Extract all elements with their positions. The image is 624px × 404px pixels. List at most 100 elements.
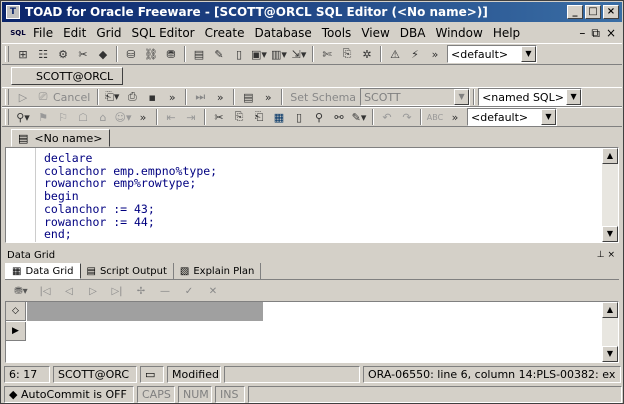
find-icon[interactable]: ⚲ <box>309 108 329 126</box>
new-sql-editor-icon[interactable]: ⊞ <box>13 45 33 63</box>
menu-help[interactable]: Help <box>488 23 525 43</box>
paste-icon[interactable]: ✲ <box>357 45 377 63</box>
toolbar-more-icon[interactable]: » <box>133 108 153 126</box>
toolbar-more-icon[interactable]: » <box>258 88 278 106</box>
document-icon[interactable]: ▯ <box>229 45 249 63</box>
save-icon[interactable]: ▪ <box>142 88 162 106</box>
menu-tools[interactable]: Tools <box>317 23 357 43</box>
toolbar-default-combo[interactable]: <default> ▼ <box>447 45 537 63</box>
menu-grid[interactable]: Grid <box>91 23 126 43</box>
sql-editor-icon[interactable]: SQL <box>8 24 28 42</box>
mdi-minimize-button[interactable]: – <box>579 26 585 41</box>
rollback-icon[interactable]: ⚡ <box>405 45 425 63</box>
editor-gutter[interactable] <box>6 148 36 242</box>
scroll-down-icon[interactable]: ▼ <box>602 346 618 362</box>
session-tab-scott-orcl[interactable]: SCOTT@ORCL <box>11 67 123 85</box>
delete-record-icon[interactable]: — <box>153 286 177 297</box>
results-grid[interactable]: ◇ ▶ ▲ ▼ <box>5 301 619 363</box>
toolbar-more-icon[interactable]: » <box>425 45 445 63</box>
menu-dba[interactable]: DBA <box>395 23 431 43</box>
menu-edit[interactable]: Edit <box>58 23 91 43</box>
profile-dropdown-icon[interactable]: ☺▾ <box>113 108 133 126</box>
grid-options-icon[interactable]: ⛃▾ <box>9 286 33 297</box>
sql-editor[interactable]: declare colanchor emp.empno%type; rowanc… <box>5 147 619 243</box>
scroll-down-icon[interactable]: ▼ <box>602 226 618 242</box>
scroll-up-icon[interactable]: ▲ <box>602 302 618 318</box>
report-icon[interactable]: ▤ <box>189 45 209 63</box>
server-icon[interactable]: ⛁ <box>121 45 141 63</box>
menu-window[interactable]: Window <box>430 23 487 43</box>
editor-vertical-scrollbar[interactable]: ▲ ▼ <box>602 148 618 242</box>
minimize-button[interactable]: _ <box>567 5 583 19</box>
bookmark-next-icon[interactable]: ⚐ <box>53 108 73 126</box>
pin-icon[interactable]: ⊥ × <box>597 250 615 260</box>
cut-icon[interactable]: ✂ <box>209 108 229 126</box>
options-dropdown-icon[interactable]: ▥▾ <box>269 45 289 63</box>
bookmark-icon[interactable]: ⚑ <box>33 108 53 126</box>
toolbar-more-icon[interactable]: » <box>445 108 465 126</box>
select-all-icon[interactable]: ▦ <box>269 108 289 126</box>
row-indicator-icon[interactable]: ▶ <box>6 322 26 341</box>
redo-icon[interactable]: ↷ <box>397 108 417 126</box>
cancel-label[interactable]: Cancel <box>53 91 90 104</box>
new-document-icon[interactable]: ▯ <box>289 108 309 126</box>
insert-record-icon[interactable]: ✢ <box>129 286 153 297</box>
undo-icon[interactable]: ↶ <box>377 108 397 126</box>
copy-icon[interactable]: ⎘ <box>337 45 357 63</box>
cut-icon[interactable]: ✄ <box>317 45 337 63</box>
outdent-icon[interactable]: ⇤ <box>161 108 181 126</box>
chevron-down-icon[interactable]: ▼ <box>454 89 470 105</box>
maximize-button[interactable]: □ <box>585 5 601 19</box>
editor-tab-no-name[interactable]: ▤ <No name> <box>11 129 110 147</box>
grid-vertical-scrollbar[interactable]: ▲ ▼ <box>602 302 618 362</box>
sql-code[interactable]: declare colanchor emp.empno%type; rowanc… <box>44 152 217 241</box>
chevron-down-icon[interactable]: ▼ <box>566 89 582 105</box>
execute-icon[interactable]: ▷ <box>13 88 33 106</box>
chevron-down-icon[interactable]: ▼ <box>521 46 536 62</box>
grid-corner-icon[interactable]: ◇ <box>6 302 26 321</box>
find-dropdown-icon[interactable]: ✎▾ <box>349 108 369 126</box>
tab-script-output[interactable]: ▤ Script Output <box>81 263 174 279</box>
copy-icon[interactable]: ⎘ <box>229 108 249 126</box>
export-dropdown-icon[interactable]: ⇲▾ <box>289 45 309 63</box>
scroll-up-icon[interactable]: ▲ <box>602 148 618 164</box>
network-icon[interactable]: ⛓ <box>141 45 161 63</box>
replace-icon[interactable]: ⚯ <box>329 108 349 126</box>
session-browser-icon[interactable]: ⚙ <box>53 45 73 63</box>
toolbar-more-icon[interactable]: » <box>210 88 230 106</box>
autocommit-status[interactable]: ◆ AutoCommit is OFF <box>4 385 134 403</box>
highlight-icon[interactable]: ⌂ <box>93 108 113 126</box>
toolbar-grip[interactable] <box>5 89 9 105</box>
mdi-restore-button[interactable]: ⧉ <box>591 26 600 41</box>
explain-icon[interactable]: ✂ <box>73 45 93 63</box>
prior-record-icon[interactable]: ◁ <box>57 286 81 297</box>
close-button[interactable]: × <box>603 5 619 19</box>
schema-combo[interactable]: SCOTT ▼ <box>360 88 471 106</box>
save-all-icon[interactable]: ⎙ <box>122 88 142 106</box>
commit-icon[interactable]: ⚠ <box>385 45 405 63</box>
open-file-dropdown-icon[interactable]: ⎗▾ <box>102 88 122 106</box>
menu-database[interactable]: Database <box>249 23 316 43</box>
toolbar-grip[interactable] <box>5 109 9 125</box>
menu-file[interactable]: File <box>28 23 58 43</box>
mdi-close-button[interactable]: × <box>606 26 616 41</box>
cancel-record-icon[interactable]: ✕ <box>201 286 225 297</box>
editor-default-combo[interactable]: <default> ▼ <box>467 108 557 126</box>
database-icon[interactable]: ⛃ <box>161 45 181 63</box>
title-bar[interactable]: T TOAD for Oracle Freeware - [SCOTT@ORCL… <box>2 2 622 22</box>
eraser-icon[interactable]: ◆ <box>93 45 113 63</box>
step-icon[interactable]: ⏭ <box>190 88 210 106</box>
spellcheck-icon[interactable]: ABC <box>425 108 445 126</box>
toolbar-more-icon[interactable]: » <box>162 88 182 106</box>
tab-data-grid[interactable]: ▦ Data Grid <box>5 263 81 279</box>
menu-view[interactable]: View <box>356 23 394 43</box>
format-icon[interactable]: ▤ <box>238 88 258 106</box>
next-record-icon[interactable]: ▷ <box>81 286 105 297</box>
error-message[interactable]: ORA-06550: line 6, column 14:PLS-00382: … <box>363 366 621 383</box>
indent-icon[interactable]: ⇥ <box>181 108 201 126</box>
menu-create[interactable]: Create <box>200 23 250 43</box>
schema-browser-icon[interactable]: ☷ <box>33 45 53 63</box>
cancel-icon[interactable]: ⎚ <box>33 88 53 106</box>
tools-icon[interactable]: ✎ <box>209 45 229 63</box>
post-record-icon[interactable]: ✓ <box>177 286 201 297</box>
